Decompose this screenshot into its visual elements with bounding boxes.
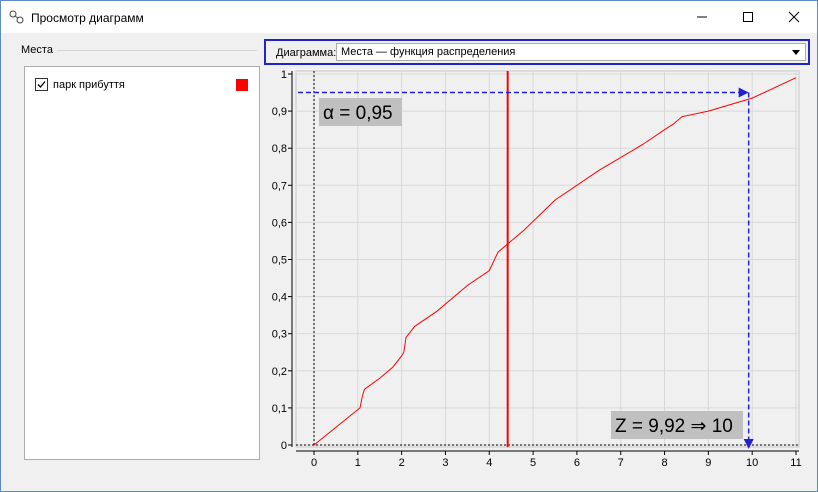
app-window: Просмотр диаграмм Места парк прибуття Ди… xyxy=(0,0,818,492)
y-tick-label: 0,6 xyxy=(272,217,287,229)
group-divider xyxy=(57,50,257,51)
diagram-icon xyxy=(9,10,24,24)
y-tick-label: 0,2 xyxy=(272,366,287,378)
y-tick-label: 0,7 xyxy=(272,180,287,192)
title-bar: Просмотр диаграмм xyxy=(1,1,817,33)
chart-area: 0 1 2 3 4 5 6 7 8 9 10 11 0 0,1 0,2 0,3 0,4 0,5 0,6 0,7 0,8 0… xyxy=(267,67,809,469)
close-icon xyxy=(788,11,800,23)
place-checkbox[interactable] xyxy=(35,78,48,91)
places-list: парк прибуття xyxy=(24,66,260,460)
alpha-label: α = 0,95 xyxy=(323,103,393,124)
y-tick-label: 0,1 xyxy=(272,403,287,415)
diagram-select[interactable]: Места — функция распределения xyxy=(336,43,806,61)
y-tick-label: 0 xyxy=(281,440,287,452)
x-tick-label: 5 xyxy=(530,457,536,467)
x-tick-label: 1 xyxy=(355,457,361,467)
x-tick-label: 9 xyxy=(705,457,711,467)
x-tick-label: 2 xyxy=(399,457,405,467)
diagram-selector-highlight: Диаграмма: Места — функция распределения xyxy=(264,39,810,65)
diagram-select-value: Места — функция распределения xyxy=(341,46,516,58)
x-tick-label: 11 xyxy=(790,457,801,467)
chevron-down-icon xyxy=(792,50,800,55)
x-tick-label: 10 xyxy=(746,457,758,467)
minimize-button[interactable] xyxy=(679,1,725,33)
x-tick-label: 6 xyxy=(574,457,580,467)
x-tick-label: 0 xyxy=(311,457,317,467)
places-group-title: Места xyxy=(21,44,53,56)
series-color-swatch xyxy=(236,79,248,91)
maximize-icon xyxy=(743,12,753,22)
y-tick-label: 0,9 xyxy=(272,106,287,118)
y-tick-label: 0,5 xyxy=(272,255,287,267)
y-tick-label: 0,4 xyxy=(272,292,287,304)
maximize-button[interactable] xyxy=(725,1,771,33)
x-tick-label: 8 xyxy=(661,457,667,467)
x-tick-label: 7 xyxy=(618,457,624,467)
x-tick-label: 4 xyxy=(486,457,492,467)
diagram-label: Диаграмма: xyxy=(276,47,337,59)
y-tick-label: 1 xyxy=(281,69,287,81)
y-tick-label: 0,8 xyxy=(272,143,287,155)
close-button[interactable] xyxy=(771,1,817,33)
list-item[interactable]: парк прибуття xyxy=(35,78,125,91)
y-tick-label: 0,3 xyxy=(272,329,287,341)
z-label: Z = 9,92 ⇒ 10 xyxy=(615,416,733,437)
x-tick-label: 3 xyxy=(442,457,448,467)
place-label: парк прибуття xyxy=(53,78,125,91)
minimize-icon xyxy=(697,16,707,18)
window-title: Просмотр диаграмм xyxy=(31,11,144,25)
checkmark-icon xyxy=(37,81,46,88)
distribution-chart: 0 1 2 3 4 5 6 7 8 9 10 11 0 0,1 0,2 0,3 0,4 0,5 0,6 0,7 0,8 0… xyxy=(272,69,802,469)
